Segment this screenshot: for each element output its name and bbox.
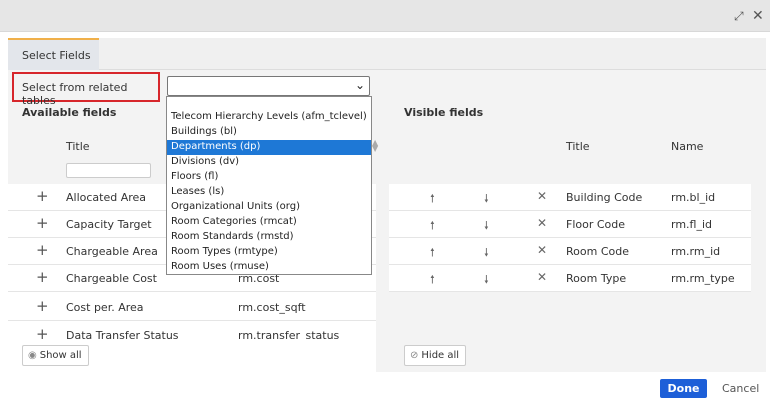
field-title: Chargeable Area <box>66 245 158 258</box>
eye-slash-icon: ⊘ <box>410 350 419 361</box>
available-fields-heading: Available fields <box>22 106 117 119</box>
related-tables-select[interactable]: ⌄ <box>167 76 370 96</box>
field-title: Room Type <box>566 272 627 285</box>
field-title: Building Code <box>566 191 643 204</box>
field-title: Allocated Area <box>66 191 147 204</box>
visible-col-name[interactable]: Name <box>671 140 703 153</box>
move-up-icon[interactable]: 🠕 <box>430 271 435 290</box>
dropdown-option[interactable]: Leases (ls) <box>167 185 371 200</box>
field-title: Chargeable Cost <box>66 272 157 285</box>
available-col-title[interactable]: Title <box>66 140 90 153</box>
related-tables-dropdown: Telecom Hierarchy Levels (afm_tclevel) B… <box>166 96 372 275</box>
done-button[interactable]: Done <box>660 379 707 398</box>
show-all-label: Show all <box>39 350 82 361</box>
visible-row: 🠕 🠗 ✕ Building Code rm.bl_id <box>389 184 751 211</box>
remove-icon[interactable]: ✕ <box>537 216 547 230</box>
available-row: + Data Transfer Status rm.transfer_statu… <box>8 322 376 340</box>
dropdown-option[interactable]: Room Uses (rmuse) <box>167 260 371 275</box>
field-name: rm.cost_sqft <box>238 301 306 314</box>
field-title: Floor Code <box>566 218 626 231</box>
dropdown-option[interactable]: Divisions (dv) <box>167 155 371 170</box>
show-all-button[interactable]: ◉ Show all <box>22 345 89 366</box>
tab-select-fields[interactable]: Select Fields <box>8 38 99 70</box>
available-row: + Cost per. Area rm.cost_sqft <box>8 294 376 321</box>
field-name: rm.rm_id <box>671 245 721 258</box>
visible-row: 🠕 🠗 ✕ Floor Code rm.fl_id <box>389 211 751 238</box>
move-down-icon[interactable]: 🠗 <box>484 190 489 209</box>
field-title: Room Code <box>566 245 629 258</box>
field-name: rm.bl_id <box>671 191 716 204</box>
dropdown-option[interactable]: Floors (fl) <box>167 170 371 185</box>
tab-strip: Select Fields <box>8 38 766 70</box>
visible-row: 🠕 🠗 ✕ Room Code rm.rm_id <box>389 238 751 265</box>
dropdown-option[interactable]: Room Standards (rmstd) <box>167 230 371 245</box>
add-field-icon[interactable]: + <box>36 268 49 286</box>
add-field-icon[interactable]: + <box>36 325 49 340</box>
field-name: rm.fl_id <box>671 218 713 231</box>
dropdown-option[interactable]: Buildings (bl) <box>167 125 371 140</box>
remove-icon[interactable]: ✕ <box>537 189 547 203</box>
move-down-icon[interactable]: 🠗 <box>484 271 489 290</box>
eye-icon: ◉ <box>28 350 37 361</box>
remove-icon[interactable]: ✕ <box>537 270 547 284</box>
add-field-icon[interactable]: + <box>36 297 49 315</box>
dropdown-option[interactable]: Telecom Hierarchy Levels (afm_tclevel) <box>167 110 371 125</box>
move-up-icon[interactable]: 🠕 <box>430 217 435 236</box>
dropdown-option[interactable]: Room Categories (rmcat) <box>167 215 371 230</box>
field-title: Cost per. Area <box>66 301 144 314</box>
visible-fields-heading: Visible fields <box>404 106 484 119</box>
dropdown-option[interactable]: Organizational Units (org) <box>167 200 371 215</box>
chevron-down-icon: ⌄ <box>354 78 365 92</box>
dialog-titlebar: ⤢ ✕ <box>0 0 770 32</box>
move-down-icon[interactable]: 🠗 <box>484 217 489 236</box>
visible-col-title[interactable]: Title <box>566 140 590 153</box>
hide-all-label: Hide all <box>421 350 460 361</box>
move-down-icon[interactable]: 🠗 <box>484 244 489 263</box>
visible-row: 🠕 🠗 ✕ Room Type rm.rm_type <box>389 265 751 292</box>
dropdown-option-selected[interactable]: Departments (dp) <box>167 140 371 155</box>
close-icon[interactable]: ✕ <box>752 8 764 24</box>
field-name: rm.transfer_status <box>238 329 340 340</box>
visible-fields-header: Title Name <box>389 128 751 184</box>
add-field-icon[interactable]: + <box>36 187 49 205</box>
related-tables-label: Select from related tables <box>12 72 160 107</box>
cancel-button[interactable]: Cancel <box>722 382 759 395</box>
field-title: Data Transfer Status <box>66 329 179 340</box>
field-name: rm.rm_type <box>671 272 735 285</box>
move-up-icon[interactable]: 🠕 <box>430 190 435 209</box>
remove-icon[interactable]: ✕ <box>537 243 547 257</box>
field-title: Capacity Target <box>66 218 152 231</box>
dropdown-option[interactable]: Room Types (rmtype) <box>167 245 371 260</box>
title-filter-input[interactable] <box>66 163 151 178</box>
add-field-icon[interactable]: + <box>36 241 49 259</box>
maximize-icon[interactable]: ⤢ <box>734 8 744 24</box>
sort-icon[interactable]: ▲ ▼ <box>372 139 378 153</box>
move-up-icon[interactable]: 🠕 <box>430 244 435 263</box>
hide-all-button[interactable]: ⊘ Hide all <box>404 345 466 366</box>
add-field-icon[interactable]: + <box>36 214 49 232</box>
